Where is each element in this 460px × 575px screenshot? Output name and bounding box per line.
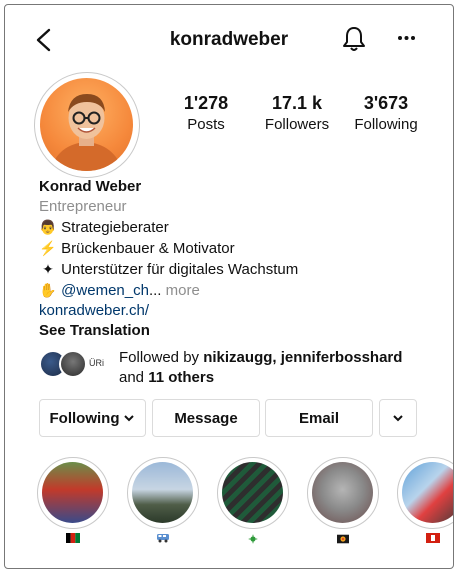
story-highlight-1-label bbox=[37, 533, 109, 546]
story-highlight-4-cover bbox=[312, 462, 373, 523]
stat-posts[interactable]: 1'278 Posts bbox=[161, 93, 251, 133]
story-highlight-5[interactable] bbox=[397, 457, 453, 529]
more-link[interactable]: more bbox=[166, 282, 200, 299]
minibus-icon bbox=[157, 534, 169, 543]
story-highlight-1-cover bbox=[42, 462, 103, 523]
profile-bio: Konrad Weber Entrepreneur 👨 Strategieber… bbox=[39, 177, 419, 341]
follower-avatar-tag: ÜRi bbox=[89, 358, 104, 368]
chevron-down-icon bbox=[124, 415, 135, 422]
magic-wand-icon: ✦ bbox=[42, 261, 54, 277]
stat-followers-value: 17.1 k bbox=[271, 93, 323, 113]
afghanistan-flag-icon bbox=[66, 533, 80, 543]
followed-by-and: and bbox=[119, 369, 149, 386]
see-translation-link[interactable]: See Translation bbox=[39, 321, 419, 341]
message-button[interactable]: Message bbox=[152, 399, 260, 437]
bio-line-mention: ✋ @wemen_ch... more bbox=[39, 280, 419, 301]
following-button-label: Following bbox=[49, 409, 120, 427]
virus-icon bbox=[248, 534, 258, 544]
stat-posts-value: 1'278 bbox=[183, 93, 229, 113]
chevron-down-icon bbox=[393, 415, 403, 422]
profile-screen: konradweber 1'278 Posts 17.1 k Followers… bbox=[4, 4, 454, 569]
suggested-accounts-button[interactable] bbox=[379, 399, 417, 437]
email-button[interactable]: Email bbox=[265, 399, 373, 437]
followed-by-text: Followed by nikizaugg, jenniferbosshard … bbox=[119, 348, 402, 388]
followed-by-prefix: Followed by bbox=[119, 349, 204, 366]
followed-by-names: nikizaugg, jenniferbosshard bbox=[203, 349, 403, 366]
bio-line-bridge-text: Brückenbauer & Motivator bbox=[61, 240, 235, 257]
story-highlight-2[interactable] bbox=[127, 457, 199, 529]
stat-following[interactable]: 3'673 Following bbox=[341, 93, 431, 133]
following-button[interactable]: Following bbox=[39, 399, 146, 437]
stat-followers[interactable]: 17.1 k Followers bbox=[252, 93, 342, 133]
story-highlight-4[interactable] bbox=[307, 457, 379, 529]
email-button-label: Email bbox=[298, 409, 340, 427]
mention-link[interactable]: @wemen_ch bbox=[61, 282, 149, 299]
stat-following-label: Following bbox=[354, 116, 418, 133]
businessperson-icon: 👨 bbox=[39, 219, 57, 235]
bio-line-growth: ✦ Unterstützer für digitales Wachstum bbox=[39, 259, 419, 280]
notification-bell-icon[interactable] bbox=[341, 25, 367, 53]
message-button-label: Message bbox=[174, 409, 238, 427]
story-highlight-3-label bbox=[217, 533, 289, 548]
fireworks-icon bbox=[337, 534, 349, 544]
handshake-icon: ✋ bbox=[39, 282, 57, 298]
bio-line-bridge: ⚡ Brückenbauer & Motivator bbox=[39, 238, 419, 259]
followed-by-others: 11 others bbox=[148, 369, 215, 386]
profile-category: Entrepreneur bbox=[39, 198, 127, 215]
story-highlight-3-cover bbox=[222, 462, 283, 523]
bio-line-strategy-text: Strategieberater bbox=[61, 219, 169, 236]
stat-followers-label: Followers bbox=[264, 116, 330, 133]
lightning-icon: ⚡ bbox=[39, 240, 57, 256]
story-highlight-2-label bbox=[127, 533, 199, 546]
profile-photo-illustration bbox=[50, 94, 123, 171]
profile-display-name: Konrad Weber bbox=[39, 178, 142, 195]
flag-icon bbox=[426, 533, 440, 543]
story-highlight-5-cover bbox=[402, 462, 453, 523]
truncation-ellipsis: ... bbox=[148, 282, 162, 299]
profile-avatar[interactable] bbox=[34, 72, 140, 178]
top-navigation-bar: konradweber bbox=[5, 19, 453, 59]
follower-avatar-2 bbox=[59, 350, 87, 378]
bio-line-strategy: 👨 Strategieberater bbox=[39, 217, 419, 238]
website-link[interactable]: konradweber.ch/ bbox=[39, 301, 419, 321]
story-highlight-3[interactable] bbox=[217, 457, 289, 529]
story-highlight-1[interactable] bbox=[37, 457, 109, 529]
stat-posts-label: Posts bbox=[187, 116, 225, 133]
profile-photo bbox=[40, 78, 133, 171]
story-highlight-4-label bbox=[307, 533, 379, 548]
bio-line-growth-text: Unterstützer für digitales Wachstum bbox=[61, 261, 299, 278]
profile-username: konradweber bbox=[169, 29, 289, 50]
story-highlight-5-label bbox=[397, 533, 453, 546]
story-highlight-2-cover bbox=[132, 462, 193, 523]
followed-by-section[interactable]: ÜRi Followed by nikizaugg, jenniferbossh… bbox=[39, 348, 429, 388]
more-options-icon[interactable] bbox=[391, 23, 421, 51]
stat-following-value: 3'673 bbox=[363, 93, 409, 113]
